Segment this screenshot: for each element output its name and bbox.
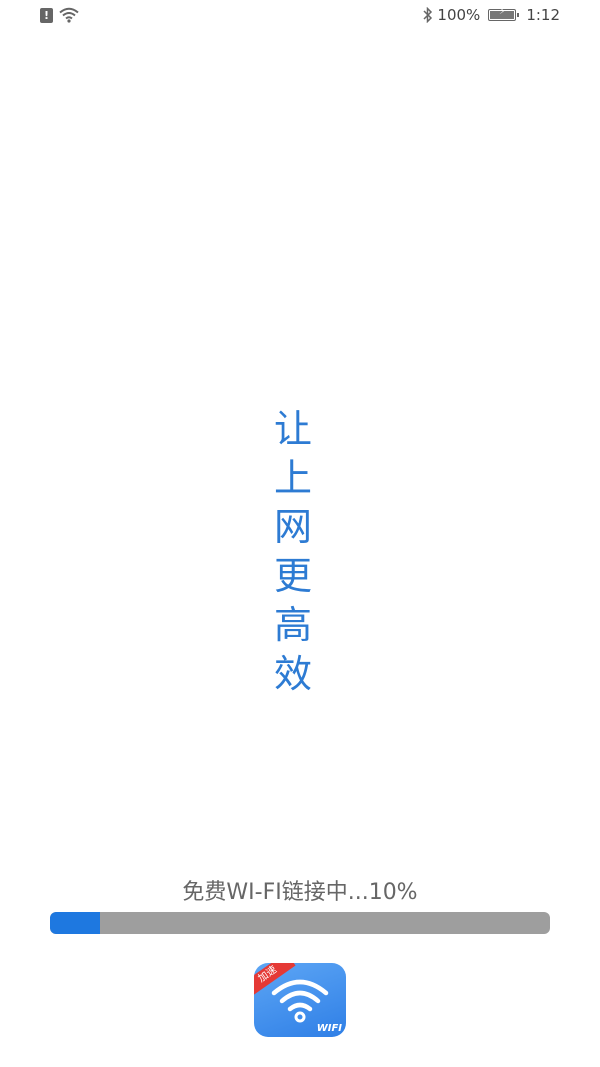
battery-icon: ⚡: [488, 7, 520, 21]
loading-progress-bar: [50, 912, 550, 934]
loading-progress-fill: [50, 912, 100, 934]
slogan-char: 更: [273, 554, 312, 598]
status-time: 1:12: [526, 6, 560, 24]
battery-charging-icon: ⚡: [499, 7, 506, 17]
bluetooth-icon: [423, 7, 433, 23]
sim-alert-icon: !: [40, 7, 53, 23]
slogan-char: 高: [273, 603, 312, 647]
status-bar: ! 100% ⚡ 1:12: [0, 0, 600, 32]
status-bar-left: !: [40, 7, 79, 23]
slogan-char: 网: [273, 505, 312, 549]
splash-slogan: 让 上 网 更 高 效: [270, 405, 316, 699]
status-bar-right: 100% ⚡ 1:12: [423, 6, 560, 24]
slogan-char: 上: [273, 456, 312, 500]
app-logo-label: WIFI: [316, 1023, 342, 1034]
slogan-char: 让: [273, 407, 312, 451]
app-logo: 加速 WIFI: [254, 963, 346, 1037]
slogan-char: 效: [273, 652, 312, 696]
loading-status-text: 免费WI-FI链接中...10%: [182, 880, 418, 905]
battery-percent: 100%: [437, 6, 481, 24]
wifi-icon: [59, 7, 79, 23]
